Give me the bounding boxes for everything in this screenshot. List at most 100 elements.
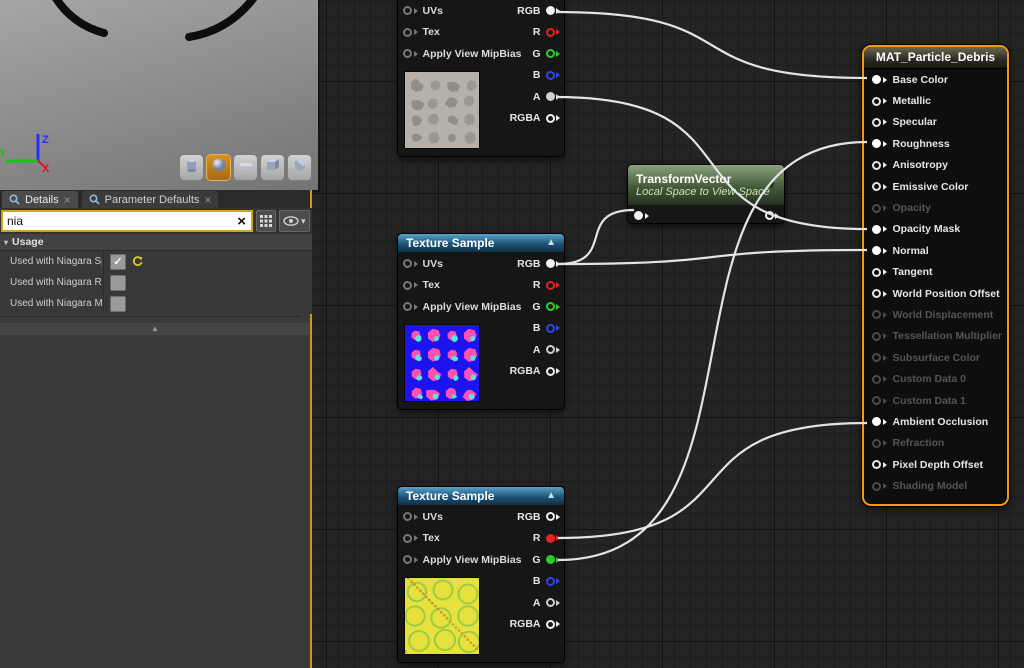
- usage-row: Used with Niagara Spr✓: [0, 251, 312, 272]
- panel-tab-bar: Details × Parameter Defaults ×: [0, 190, 310, 208]
- output-pin-r[interactable]: R: [510, 22, 560, 44]
- mesh-icon: [292, 157, 308, 178]
- preview-mesh-curve: [52, 0, 104, 33]
- preview-shape-sphere-button[interactable]: [206, 154, 231, 181]
- input-pin-uvs[interactable]: UVs: [403, 506, 522, 528]
- material-pin-metallic[interactable]: Metallic: [864, 90, 1007, 111]
- chevron-down-icon[interactable]: ▼: [766, 177, 777, 195]
- output-pin-g[interactable]: G: [510, 43, 560, 65]
- close-icon[interactable]: ×: [204, 195, 211, 205]
- output-pin-a[interactable]: A: [510, 86, 560, 108]
- usage-checkbox[interactable]: ✓: [110, 254, 126, 270]
- axis-gizmo: Z Y X: [0, 134, 50, 175]
- material-node-title[interactable]: MAT_Particle_Debris: [864, 47, 1007, 69]
- plane-icon: [237, 159, 255, 177]
- clear-search-icon[interactable]: ×: [232, 214, 251, 229]
- cylinder-icon: [184, 157, 199, 178]
- expander-icon[interactable]: ▾: [4, 238, 8, 247]
- preview-shape-plane-button[interactable]: [233, 154, 258, 181]
- material-pin-roughness[interactable]: Roughness: [864, 133, 1007, 154]
- output-pin-rgb[interactable]: RGB: [510, 0, 560, 22]
- input-pin-apply-view-mipbias[interactable]: Apply View MipBias: [403, 43, 522, 65]
- input-pin-apply-view-mipbias[interactable]: Apply View MipBias: [403, 549, 522, 571]
- material-pin-normal[interactable]: Normal: [864, 240, 1007, 261]
- material-pin-shading-model: Shading Model: [864, 475, 1007, 496]
- material-pin-anisotropy[interactable]: Anisotropy: [864, 155, 1007, 176]
- material-pin-world-position-offset[interactable]: World Position Offset: [864, 283, 1007, 304]
- output-pin-b[interactable]: B: [510, 318, 560, 340]
- output-pin-a[interactable]: A: [510, 339, 560, 361]
- transform-input-pin[interactable]: [634, 211, 649, 220]
- material-preview-viewport[interactable]: Z Y X: [0, 0, 320, 192]
- usage-checkbox[interactable]: [110, 296, 126, 312]
- output-pin-rgb[interactable]: RGB: [510, 506, 560, 528]
- usage-checkbox[interactable]: [110, 275, 126, 291]
- tab-parameter-defaults-label: Parameter Defaults: [105, 194, 200, 206]
- input-pin-apply-view-mipbias[interactable]: Apply View MipBias: [403, 296, 522, 318]
- sphere-icon: [211, 157, 227, 178]
- transform-node-header[interactable]: TransformVector Local Space to View Spac…: [628, 165, 784, 205]
- texture-sample-node-bottom[interactable]: Texture Sample▲UVsTexApply View MipBiasR…: [397, 486, 565, 663]
- input-pin-tex[interactable]: Tex: [403, 22, 522, 44]
- output-pin-r[interactable]: R: [510, 275, 560, 297]
- output-pin-a[interactable]: A: [510, 592, 560, 614]
- tab-parameter-defaults[interactable]: Parameter Defaults ×: [82, 191, 219, 208]
- preview-mesh-curve: [189, 0, 258, 37]
- search-box[interactable]: ×: [1, 210, 253, 232]
- output-pin-b[interactable]: B: [510, 65, 560, 87]
- transform-vector-node[interactable]: TransformVector Local Space to View Spac…: [627, 164, 785, 224]
- input-pin-uvs[interactable]: UVs: [403, 253, 522, 275]
- grid-icon: [260, 215, 272, 227]
- texture-thumbnail-yellow-noise: [404, 577, 480, 655]
- usage-section-header[interactable]: ▾ Usage: [0, 234, 312, 251]
- material-pin-ambient-occlusion[interactable]: Ambient Occlusion: [864, 411, 1007, 432]
- material-pin-tangent[interactable]: Tangent: [864, 262, 1007, 283]
- cube-icon: [265, 157, 281, 178]
- output-pin-b[interactable]: B: [510, 571, 560, 593]
- texture-thumbnail-blue-normal: [404, 324, 480, 402]
- output-pin-rgb[interactable]: RGB: [510, 253, 560, 275]
- panel-splitter[interactable]: ▲: [0, 323, 310, 335]
- splitter-handle-icon: ▲: [151, 325, 159, 333]
- material-pin-specular[interactable]: Specular: [864, 112, 1007, 133]
- texture-sample-node-top[interactable]: Texture Sample▲UVsTexApply View MipBiasR…: [397, 0, 565, 157]
- close-icon[interactable]: ×: [64, 195, 71, 205]
- view-options-button[interactable]: ▾: [279, 210, 310, 232]
- details-tab-icon: [9, 194, 20, 205]
- usage-row: Used with Niagara Rib: [0, 272, 312, 293]
- collapse-icon[interactable]: ▲: [546, 487, 556, 505]
- material-pin-pixel-depth-offset[interactable]: Pixel Depth Offset: [864, 454, 1007, 475]
- reset-to-default-icon[interactable]: [132, 256, 143, 267]
- tab-details[interactable]: Details ×: [2, 191, 78, 208]
- preview-shape-mesh-button[interactable]: [287, 154, 312, 181]
- output-pin-rgba[interactable]: RGBA: [510, 361, 560, 383]
- preview-shape-cube-button[interactable]: [260, 154, 285, 181]
- output-pin-g[interactable]: G: [510, 296, 560, 318]
- material-pin-world-displacement: World Displacement: [864, 304, 1007, 325]
- input-pin-tex[interactable]: Tex: [403, 275, 522, 297]
- axis-z-label: Z: [42, 134, 49, 146]
- output-pin-r[interactable]: R: [510, 528, 560, 550]
- axis-x-label: X: [42, 163, 50, 175]
- material-pin-base-color[interactable]: Base Color: [864, 69, 1007, 90]
- output-pin-rgba[interactable]: RGBA: [510, 614, 560, 636]
- texture-node-header[interactable]: Texture Sample▲: [398, 487, 564, 505]
- collapse-icon[interactable]: ▲: [546, 234, 556, 252]
- material-result-node[interactable]: MAT_Particle_Debris Base ColorMetallicSp…: [862, 45, 1009, 506]
- material-pin-opacity-mask[interactable]: Opacity Mask: [864, 219, 1007, 240]
- preview-shape-cylinder-button[interactable]: [179, 154, 204, 181]
- transform-output-pin[interactable]: [765, 211, 780, 220]
- texture-node-title: Texture Sample: [406, 234, 542, 252]
- search-input[interactable]: [3, 214, 232, 228]
- material-pin-emissive-color[interactable]: Emissive Color: [864, 176, 1007, 197]
- material-pin-tessellation-multiplier: Tessellation Multiplier: [864, 326, 1007, 347]
- input-pin-tex[interactable]: Tex: [403, 528, 522, 550]
- material-pin-custom-data-1: Custom Data 1: [864, 390, 1007, 411]
- output-pin-rgba[interactable]: RGBA: [510, 108, 560, 130]
- eye-icon: [283, 216, 299, 226]
- texture-sample-node-middle[interactable]: Texture Sample▲UVsTexApply View MipBiasR…: [397, 233, 565, 410]
- property-matrix-button[interactable]: [256, 210, 276, 232]
- output-pin-g[interactable]: G: [510, 549, 560, 571]
- input-pin-uvs[interactable]: UVs: [403, 0, 522, 22]
- texture-node-header[interactable]: Texture Sample▲: [398, 234, 564, 252]
